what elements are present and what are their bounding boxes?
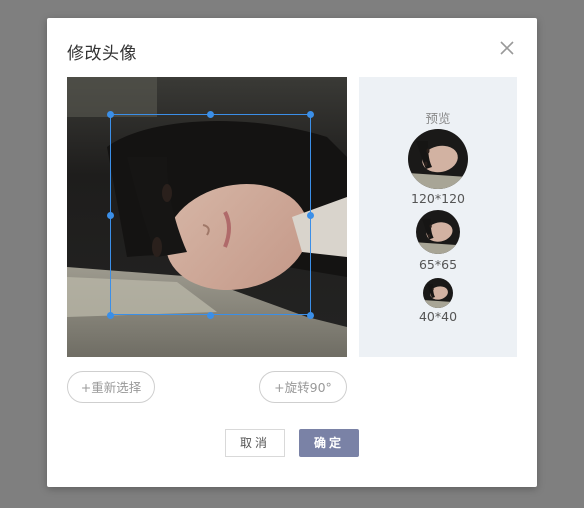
- crop-handle[interactable]: [107, 212, 114, 219]
- crop-handle[interactable]: [207, 312, 214, 319]
- preview-120: [408, 129, 468, 189]
- preview-65: [416, 210, 460, 254]
- reselect-button[interactable]: +重新选择: [67, 371, 155, 403]
- crop-handle[interactable]: [107, 111, 114, 118]
- dialog-title: 修改头像: [67, 44, 137, 64]
- cancel-button[interactable]: 取消: [225, 429, 285, 457]
- preview-size-label: 40*40: [418, 309, 458, 324]
- avatar-crop-area[interactable]: [67, 77, 347, 357]
- crop-handle[interactable]: [307, 312, 314, 319]
- preview-40: [423, 278, 453, 308]
- edit-avatar-dialog: 修改头像 预览 120*120 65*65 40*40 +重新选择 +旋转90°…: [47, 18, 537, 487]
- preview-label: 预览: [425, 111, 451, 126]
- rotate-button[interactable]: +旋转90°: [259, 371, 347, 403]
- crop-handle[interactable]: [307, 212, 314, 219]
- crop-handle[interactable]: [307, 111, 314, 118]
- confirm-button[interactable]: 确定: [299, 429, 359, 457]
- preview-size-label: 65*65: [418, 257, 458, 272]
- preview-panel: 预览 120*120 65*65 40*40: [359, 77, 517, 357]
- crop-handle[interactable]: [207, 111, 214, 118]
- crop-handle[interactable]: [107, 312, 114, 319]
- preview-size-label: 120*120: [411, 191, 465, 206]
- crop-box[interactable]: [110, 114, 311, 315]
- close-icon[interactable]: [499, 40, 515, 56]
